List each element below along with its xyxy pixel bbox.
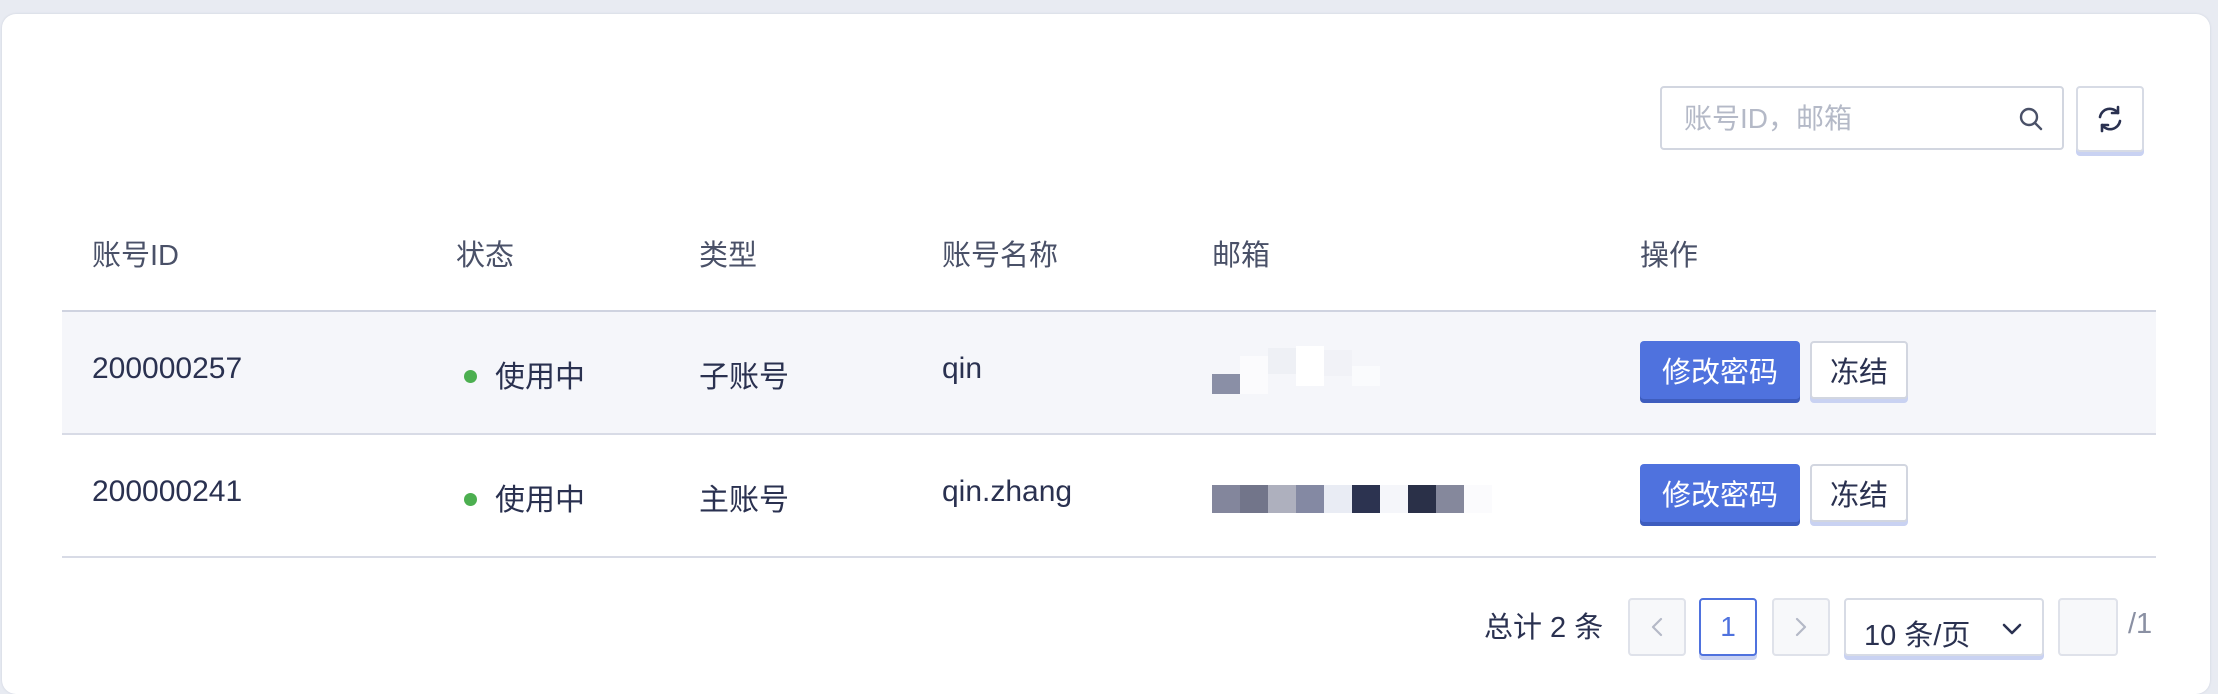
chevron-left-icon	[1651, 617, 1663, 637]
status-label: 使用中	[495, 484, 585, 517]
search-icon[interactable]	[2018, 106, 2044, 132]
next-page-button[interactable]	[1772, 598, 1830, 656]
page-size-select[interactable]: 10 条/页	[1844, 598, 2044, 656]
account-id: 200000257	[92, 352, 243, 385]
status: 使用中	[464, 475, 585, 519]
total-count: 总计 2 条	[1484, 612, 1604, 644]
account-name: qin.zhang	[942, 475, 1073, 508]
status: 使用中	[464, 352, 585, 396]
page-number-current[interactable]: 1	[1699, 598, 1757, 656]
account-name: qin	[942, 352, 983, 385]
account-list-panel: 账号ID 状态 类型 账号名称 邮箱 操作 200000257 使用中 子账号 …	[2, 14, 2210, 694]
account-type: 子账号	[699, 361, 789, 394]
status-active-dot	[464, 369, 477, 383]
chevron-right-icon	[1795, 617, 1807, 637]
search-input[interactable]	[1682, 96, 2006, 142]
freeze-button[interactable]: 冻结	[1810, 464, 1908, 522]
status-active-dot	[464, 492, 477, 506]
header-email: 邮箱	[1212, 240, 1271, 272]
status-label: 使用中	[495, 361, 585, 394]
change-password-button[interactable]: 修改密码	[1640, 464, 1800, 522]
table-header: 账号ID 状态 类型 账号名称 邮箱 操作	[62, 194, 2156, 312]
account-type: 主账号	[699, 484, 789, 517]
page-total: /1	[2128, 608, 2153, 640]
refresh-button[interactable]	[2076, 86, 2144, 152]
change-password-button[interactable]: 修改密码	[1640, 341, 1800, 399]
accounts-table: 账号ID 状态 类型 账号名称 邮箱 操作 200000257 使用中 子账号 …	[62, 194, 2156, 558]
header-account-name: 账号名称	[942, 240, 1059, 272]
freeze-button[interactable]: 冻结	[1810, 341, 1908, 399]
search-box[interactable]	[1660, 86, 2064, 150]
refresh-icon	[2098, 105, 2122, 133]
header-actions: 操作	[1640, 240, 1699, 272]
header-account-id: 账号ID	[92, 240, 180, 272]
table-row: 200000257 使用中 子账号 qin 修改密码 冻结	[62, 312, 2156, 435]
chevron-down-icon	[2002, 623, 2022, 635]
table-row: 200000241 使用中 主账号 qin.zhang 修改密码 冻结	[62, 435, 2156, 558]
account-id: 200000241	[92, 475, 243, 508]
prev-page-button[interactable]	[1628, 598, 1686, 656]
page-jump-input[interactable]	[2058, 598, 2118, 656]
header-status: 状态	[456, 240, 515, 272]
page-size-label: 10 条/页	[1864, 620, 1971, 652]
header-type: 类型	[699, 240, 758, 272]
